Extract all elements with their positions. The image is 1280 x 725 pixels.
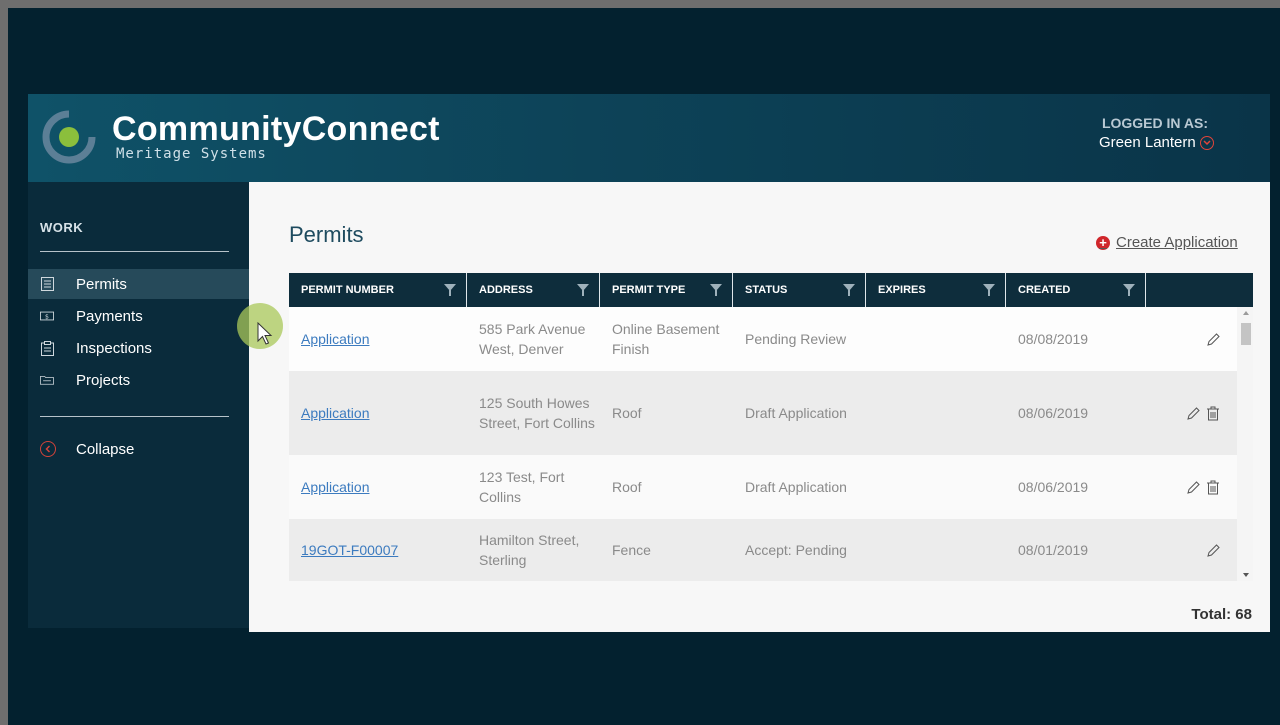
sidebar-heading: WORK bbox=[40, 220, 84, 235]
collapse-label: Collapse bbox=[76, 440, 135, 458]
table-header: PERMIT NUMBER ADDRESS PERMIT TYPE STATUS… bbox=[289, 273, 1253, 307]
app-header: CommunityConnect Meritage Systems LOGGED… bbox=[28, 94, 1270, 182]
clipboard-icon bbox=[40, 340, 54, 356]
sidebar: WORK Permits $ Payments Inspections Proj… bbox=[28, 182, 249, 628]
trash-icon[interactable] bbox=[1205, 479, 1221, 495]
main-content: Permits + Create Application PERMIT NUMB… bbox=[249, 182, 1270, 632]
permit-type-cell: Fence bbox=[612, 542, 651, 558]
permits-table: PERMIT NUMBER ADDRESS PERMIT TYPE STATUS… bbox=[289, 273, 1253, 581]
scroll-up-arrow-icon[interactable] bbox=[1243, 311, 1249, 315]
filter-icon[interactable] bbox=[843, 284, 855, 296]
filter-icon[interactable] bbox=[983, 284, 995, 296]
trash-icon[interactable] bbox=[1205, 405, 1221, 421]
table-row[interactable]: Application 123 Test, Fort Collins Roof … bbox=[289, 455, 1253, 519]
row-actions bbox=[1146, 479, 1237, 495]
permit-type-cell: Roof bbox=[612, 479, 642, 495]
table-row[interactable]: Application 125 South Howes Street, Fort… bbox=[289, 371, 1253, 455]
created-cell: 08/01/2019 bbox=[1018, 542, 1089, 558]
community-connect-logo-icon bbox=[42, 110, 96, 164]
page-title: Permits bbox=[289, 222, 364, 247]
permit-number-link[interactable]: Application bbox=[301, 331, 370, 347]
column-header-permit-type[interactable]: PERMIT TYPE bbox=[600, 273, 733, 307]
column-header-actions bbox=[1146, 273, 1253, 307]
total-count: Total: 68 bbox=[1191, 606, 1252, 623]
permit-type-cell: Roof bbox=[612, 405, 642, 421]
brand-name: CommunityConnect bbox=[112, 110, 440, 148]
address-cell: 123 Test, Fort Collins bbox=[479, 469, 565, 505]
scroll-down-arrow-icon[interactable] bbox=[1243, 573, 1249, 577]
column-header-status[interactable]: STATUS bbox=[733, 273, 866, 307]
permit-number-link[interactable]: 19GOT-F00007 bbox=[301, 542, 398, 558]
logged-in-label: LOGGED IN AS: bbox=[1101, 115, 1208, 131]
status-cell: Pending Review bbox=[745, 331, 847, 347]
column-header-expires[interactable]: EXPIRES bbox=[866, 273, 1006, 307]
sidebar-item-projects[interactable]: Projects bbox=[28, 365, 249, 395]
filter-icon[interactable] bbox=[444, 284, 456, 296]
svg-text:$: $ bbox=[45, 314, 49, 321]
user-menu[interactable]: Green Lantern bbox=[1099, 134, 1214, 151]
table-row[interactable]: Application 585 Park Avenue West, Denver… bbox=[289, 307, 1253, 371]
table-body[interactable]: Application 585 Park Avenue West, Denver… bbox=[289, 307, 1253, 581]
window-frame-top bbox=[0, 0, 1280, 8]
sidebar-item-label: Projects bbox=[76, 371, 131, 389]
sidebar-item-label: Payments bbox=[76, 307, 143, 325]
create-application-label: Create Application bbox=[1116, 234, 1238, 251]
sidebar-item-inspections[interactable]: Inspections bbox=[28, 333, 249, 363]
create-application-link[interactable]: + Create Application bbox=[1096, 234, 1238, 251]
plus-circle-icon: + bbox=[1096, 235, 1110, 250]
money-icon: $ bbox=[40, 309, 54, 323]
sidebar-item-payments[interactable]: $ Payments bbox=[28, 301, 249, 331]
created-cell: 08/06/2019 bbox=[1018, 405, 1089, 421]
permit-type-cell: Online Basement Finish bbox=[612, 321, 720, 357]
filter-icon[interactable] bbox=[710, 284, 722, 296]
address-cell: 585 Park Avenue West, Denver bbox=[479, 321, 586, 357]
sidebar-collapse-button[interactable]: Collapse bbox=[28, 434, 249, 464]
status-cell: Accept: Pending bbox=[745, 542, 847, 558]
address-cell: Hamilton Street, Sterling bbox=[479, 532, 580, 568]
row-actions bbox=[1146, 331, 1237, 347]
edit-pencil-icon[interactable] bbox=[1205, 331, 1221, 347]
created-cell: 08/06/2019 bbox=[1018, 479, 1089, 495]
row-actions bbox=[1146, 405, 1237, 421]
status-cell: Draft Application bbox=[745, 479, 847, 495]
document-icon bbox=[40, 277, 54, 291]
chevron-down-icon[interactable] bbox=[1199, 135, 1214, 150]
status-cell: Draft Application bbox=[745, 405, 847, 421]
mouse-pointer-icon bbox=[257, 322, 273, 345]
edit-pencil-icon[interactable] bbox=[1185, 479, 1201, 495]
window-frame-left bbox=[0, 0, 8, 725]
table-scrollbar[interactable] bbox=[1237, 307, 1253, 581]
column-header-address[interactable]: ADDRESS bbox=[467, 273, 600, 307]
address-cell: 125 South Howes Street, Fort Collins bbox=[479, 395, 595, 431]
row-actions bbox=[1146, 542, 1237, 558]
created-cell: 08/08/2019 bbox=[1018, 331, 1089, 347]
sidebar-divider bbox=[40, 251, 229, 252]
permit-number-link[interactable]: Application bbox=[301, 479, 370, 495]
column-header-permit-number[interactable]: PERMIT NUMBER bbox=[289, 273, 467, 307]
sidebar-item-label: Permits bbox=[76, 275, 127, 293]
column-header-created[interactable]: CREATED bbox=[1006, 273, 1146, 307]
sidebar-item-label: Inspections bbox=[76, 339, 152, 357]
permit-number-link[interactable]: Application bbox=[301, 405, 370, 421]
chevron-left-icon bbox=[40, 441, 56, 457]
filter-icon[interactable] bbox=[577, 284, 589, 296]
sidebar-item-permits[interactable]: Permits bbox=[28, 269, 249, 299]
scrollbar-thumb[interactable] bbox=[1241, 323, 1251, 345]
user-name: Green Lantern bbox=[1099, 134, 1196, 151]
filter-icon[interactable] bbox=[1123, 284, 1135, 296]
brand-subtitle: Meritage Systems bbox=[116, 146, 267, 162]
edit-pencil-icon[interactable] bbox=[1185, 405, 1201, 421]
table-row[interactable]: 19GOT-F00007 Hamilton Street, Sterling F… bbox=[289, 519, 1253, 581]
sidebar-divider bbox=[40, 416, 229, 417]
edit-pencil-icon[interactable] bbox=[1205, 542, 1221, 558]
folder-icon bbox=[40, 373, 54, 387]
